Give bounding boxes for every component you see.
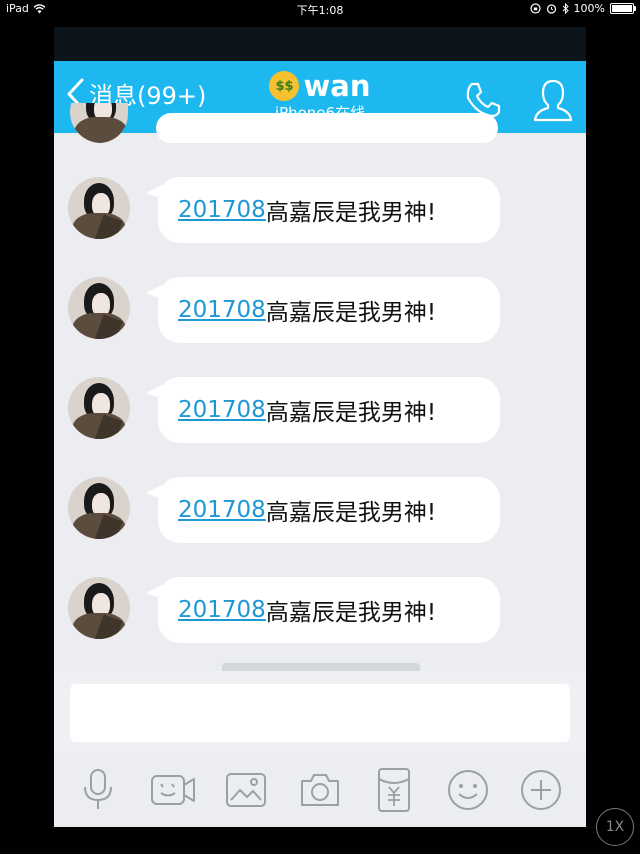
more-button[interactable] xyxy=(518,767,564,813)
avatar[interactable] xyxy=(68,477,130,539)
contact-name: wan xyxy=(303,69,371,103)
message-link[interactable]: 201708 xyxy=(178,397,266,423)
person-icon xyxy=(533,79,573,122)
message-link[interactable]: 201708 xyxy=(178,497,266,523)
zoom-button[interactable]: 1X xyxy=(596,808,634,846)
image-button[interactable] xyxy=(223,767,269,813)
message-text: 高嘉辰是我男神! xyxy=(265,200,437,226)
battery-fill xyxy=(612,5,632,12)
message-bubble[interactable]: 201708 高嘉辰是我男神! xyxy=(158,577,500,643)
red-packet-icon xyxy=(378,768,410,812)
voice-button[interactable] xyxy=(75,767,121,813)
message-list[interactable]: 201708 高嘉辰是我男神! 201708 高嘉辰是我男神! 201708 高嘉辰是… xyxy=(54,103,586,669)
tool-bar xyxy=(54,753,586,827)
camera-icon xyxy=(301,774,339,806)
video-call-icon xyxy=(151,775,195,805)
chat-window: 消息(99+) $$ wan iPhone6在线 xyxy=(54,27,586,827)
emoji-icon xyxy=(448,770,488,810)
bluetooth-icon xyxy=(562,3,569,14)
message-link[interactable]: 201708 xyxy=(178,197,266,223)
message-bubble[interactable]: 201708 高嘉辰是我男神! xyxy=(158,477,500,543)
orientation-lock-icon xyxy=(529,3,541,14)
avatar-partial xyxy=(70,103,128,143)
status-bar: iPad 下午1:08 100% xyxy=(0,0,640,18)
battery-icon xyxy=(610,3,636,14)
emoji-button[interactable] xyxy=(445,767,491,813)
profile-button[interactable] xyxy=(532,77,574,127)
avatar[interactable] xyxy=(68,177,130,239)
message-item: 201708 高嘉辰是我男神! xyxy=(54,577,586,647)
red-packet-button[interactable] xyxy=(371,767,417,813)
message-text: 高嘉辰是我男神! xyxy=(265,500,437,526)
message-text: 高嘉辰是我男神! xyxy=(265,600,437,626)
avatar[interactable] xyxy=(68,277,130,339)
camera-button[interactable] xyxy=(297,767,343,813)
microphone-icon xyxy=(84,769,112,809)
message-item: 201708 高嘉辰是我男神! xyxy=(54,277,586,347)
message-bubble-partial xyxy=(156,113,498,143)
avatar[interactable] xyxy=(68,577,130,639)
image-icon xyxy=(226,773,266,807)
plus-icon xyxy=(521,770,561,810)
message-link[interactable]: 201708 xyxy=(178,597,266,623)
message-link[interactable]: 201708 xyxy=(178,297,266,323)
message-bubble[interactable]: 201708 高嘉辰是我男神! xyxy=(158,277,500,343)
video-call-button[interactable] xyxy=(150,767,196,813)
message-item: 201708 高嘉辰是我男神! xyxy=(54,377,586,447)
message-bubble[interactable]: 201708 高嘉辰是我男神! xyxy=(158,177,500,243)
alarm-icon xyxy=(546,4,556,14)
scroll-indicator[interactable] xyxy=(222,663,420,671)
money-mouth-emoji-icon: $$ xyxy=(269,71,300,101)
message-text: 高嘉辰是我男神! xyxy=(265,300,437,326)
message-item: 201708 高嘉辰是我男神! xyxy=(54,177,586,247)
top-bar xyxy=(54,27,586,61)
battery-percent: 100% xyxy=(573,2,605,15)
input-bar xyxy=(54,671,586,753)
avatar[interactable] xyxy=(68,377,130,439)
message-item: 201708 高嘉辰是我男神! xyxy=(54,477,586,547)
message-input[interactable] xyxy=(70,684,570,742)
message-text: 高嘉辰是我男神! xyxy=(265,400,437,426)
message-bubble[interactable]: 201708 高嘉辰是我男神! xyxy=(158,377,500,443)
